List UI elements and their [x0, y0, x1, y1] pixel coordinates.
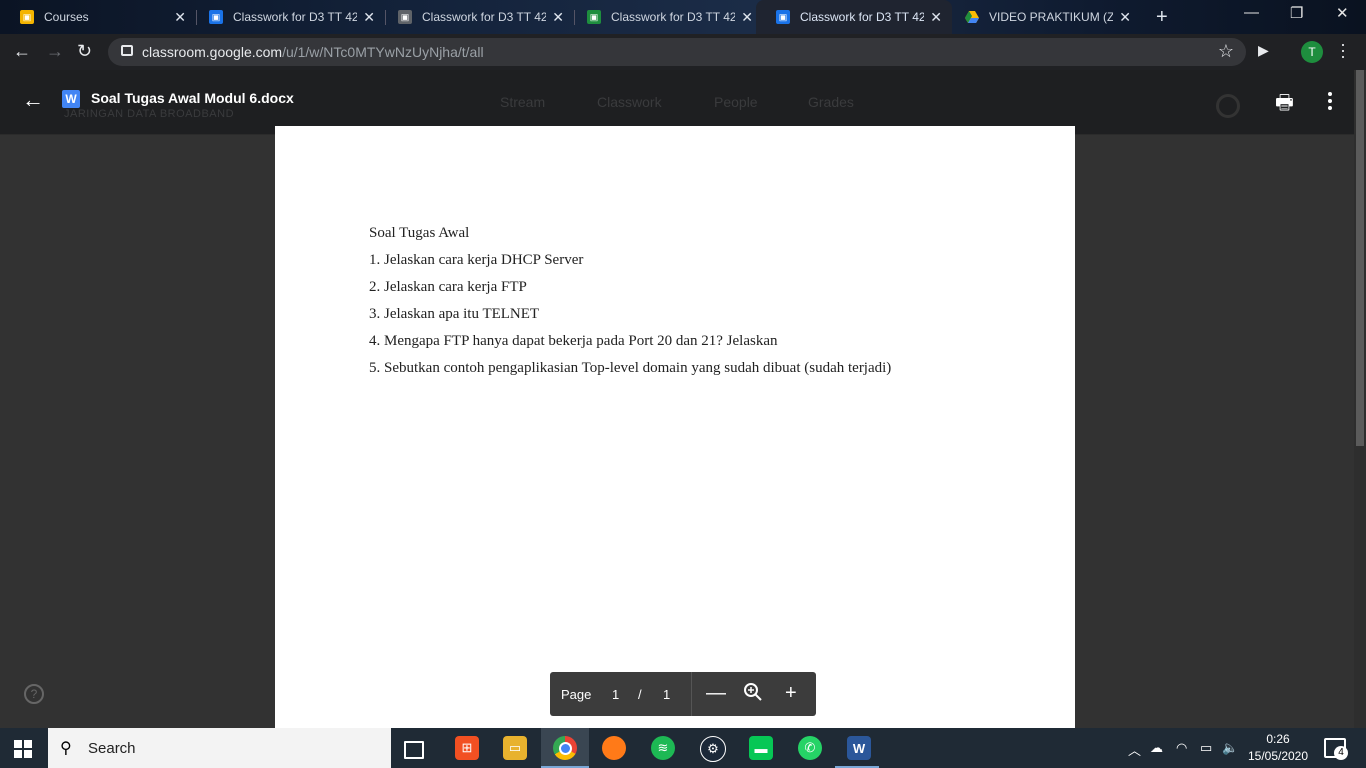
word-file-icon: W — [62, 90, 80, 108]
store-icon[interactable]: ⊞ — [455, 736, 479, 760]
page-label: Page — [561, 687, 592, 702]
classroom-icon: ▣ — [587, 10, 601, 24]
wifi-icon[interactable]: ◠ — [1176, 740, 1187, 756]
scrollbar[interactable] — [1354, 70, 1366, 728]
current-page: 1 — [612, 687, 620, 702]
close-icon[interactable]: ✕ — [930, 9, 942, 26]
back-nav-icon[interactable]: ← — [13, 41, 31, 62]
more-options-icon[interactable] — [1328, 92, 1332, 113]
document-line: 4. Mengapa FTP hanya dapat bekerja pada … — [369, 333, 778, 349]
document-line: 5. Sebutkan contoh pengaplikasian Top-le… — [369, 360, 892, 376]
close-icon[interactable]: ✕ — [741, 9, 753, 26]
zoom-out-button[interactable]: — — [706, 682, 726, 705]
bookmark-star-icon[interactable]: ☆ — [1218, 41, 1234, 62]
document-title: Soal Tugas Awal Modul 6.docx — [91, 90, 294, 106]
tab-classwork-2[interactable]: ▣ Classwork for D3 TT 42 ✕ — [378, 0, 574, 34]
browser-tab-strip: ▣ Courses ✕ ▣ Classwork for D3 TT 42 ✕ ▣… — [0, 0, 1366, 34]
nav-grades: Grades — [808, 94, 854, 110]
close-icon[interactable]: ✕ — [1119, 9, 1131, 26]
classroom-icon: ▣ — [398, 10, 412, 24]
zoom-magnifier-icon — [744, 683, 762, 701]
class-subtitle: JARINGAN DATA BROADBAND — [64, 108, 235, 120]
close-icon[interactable]: ✕ — [174, 9, 186, 26]
close-viewer-arrow-icon[interactable]: ← — [22, 87, 44, 113]
task-view-icon[interactable] — [404, 741, 424, 759]
cloud-sync-icon[interactable]: ☁ — [1150, 740, 1163, 756]
clock-time: 0:26 — [1266, 732, 1290, 746]
settings-gear-icon — [1216, 94, 1240, 118]
browser-toolbar: ← → ↻ classroom.google.com/u/1/w/NTc0MTY… — [0, 34, 1366, 70]
scrollbar-thumb[interactable] — [1356, 70, 1364, 446]
zoom-in-button[interactable]: + — [785, 682, 797, 705]
file-explorer-icon[interactable]: ▭ — [503, 736, 527, 760]
classroom-icon: ▣ — [776, 10, 790, 24]
profile-avatar[interactable]: T — [1301, 41, 1323, 63]
taskbar-search[interactable]: ⚲ Search — [48, 728, 391, 768]
classroom-icon: ▣ — [20, 10, 34, 24]
document-line: 2. Jelaskan cara kerja FTP — [369, 279, 527, 295]
reload-icon[interactable]: ↻ — [77, 41, 92, 62]
windows-start-button[interactable] — [14, 740, 32, 758]
tab-title: Courses — [44, 10, 89, 24]
word-app-icon[interactable]: W — [847, 736, 871, 760]
tab-title: Classwork for D3 TT 42 — [611, 10, 735, 24]
tab-title: Classwork for D3 TT 42 — [233, 10, 357, 24]
new-tab-button[interactable]: + — [1156, 6, 1168, 29]
steam-icon[interactable]: ⚙ — [700, 736, 726, 762]
browser-menu-icon[interactable]: · · · — [1340, 35, 1346, 65]
help-icon[interactable]: ? — [24, 684, 44, 704]
firefox-icon[interactable] — [602, 736, 626, 760]
tab-title: Classwork for D3 TT 42 — [800, 10, 924, 24]
tab-classwork-1[interactable]: ▣ Classwork for D3 TT 42 ✕ — [189, 0, 385, 34]
extension-icon[interactable]: ▶ — [1258, 42, 1269, 59]
windows-taskbar: ⚲ Search ⊞ ▭ ≋ ⚙ ▬ ✆ W ︿ ☁ ◠ ▭ 🔈 0:26 15… — [0, 728, 1366, 768]
tab-classwork-3[interactable]: ▣ Classwork for D3 TT 42 ✕ — [567, 0, 763, 34]
nav-classwork: Classwork — [597, 94, 662, 110]
lock-icon — [121, 45, 133, 56]
chrome-icon[interactable] — [553, 736, 577, 760]
clock-date: 15/05/2020 — [1247, 749, 1309, 763]
tab-video-praktikum[interactable]: VIDEO PRAKTIKUM (ZO ✕ — [945, 0, 1141, 34]
address-bar[interactable]: classroom.google.com/u/1/w/NTc0MTYwNzUyN… — [108, 38, 1246, 66]
minimize-button[interactable]: — — [1244, 4, 1259, 21]
zoom-reset-button[interactable] — [743, 682, 763, 708]
volume-icon[interactable]: 🔈 — [1222, 740, 1238, 756]
print-icon[interactable]: 🖶 — [1275, 88, 1294, 122]
restore-button[interactable]: ❐ — [1290, 4, 1303, 22]
page-separator: / — [638, 687, 642, 702]
line-icon[interactable]: ▬ — [749, 736, 773, 760]
close-icon[interactable]: ✕ — [363, 9, 375, 26]
tray-chevron-icon[interactable]: ︿ — [1128, 740, 1141, 759]
document-line: 1. Jelaskan cara kerja DHCP Server — [369, 252, 584, 268]
tab-classwork-active[interactable]: ▣ Classwork for D3 TT 42 ✕ — [756, 0, 952, 34]
close-icon[interactable]: ✕ — [552, 9, 564, 26]
document-body: Soal Tugas Awal 1. Jelaskan cara kerja D… — [369, 220, 891, 382]
url-host: classroom.google.com — [142, 44, 283, 60]
spotify-icon[interactable]: ≋ — [651, 736, 675, 760]
search-icon: ⚲ — [60, 740, 72, 757]
system-clock[interactable]: 0:26 15/05/2020 — [1246, 731, 1310, 765]
forward-nav-icon[interactable]: → — [46, 41, 64, 62]
google-drive-icon — [965, 10, 979, 24]
window-close-button[interactable]: ✕ — [1336, 4, 1349, 22]
document-line: 3. Jelaskan apa itu TELNET — [369, 306, 540, 322]
battery-icon[interactable]: ▭ — [1200, 740, 1212, 756]
tab-title: VIDEO PRAKTIKUM (ZO — [989, 10, 1113, 24]
url-text: classroom.google.com/u/1/w/NTc0MTYwNzUyN… — [142, 44, 484, 60]
nav-stream: Stream — [500, 94, 546, 110]
total-pages: 1 — [663, 687, 671, 702]
document-heading: Soal Tugas Awal — [369, 225, 470, 241]
taskbar-search-label: Search — [88, 740, 136, 757]
page-zoom-bar: Page 1 / 1 — + — [550, 672, 816, 716]
whatsapp-icon[interactable]: ✆ — [798, 736, 822, 760]
classroom-icon: ▣ — [209, 10, 223, 24]
tab-courses[interactable]: ▣ Courses ✕ — [0, 0, 196, 34]
tab-title: Classwork for D3 TT 42 — [422, 10, 546, 24]
notification-badge: 4 — [1334, 746, 1348, 760]
url-path: /u/1/w/NTc0MTYwNzUyNjha/t/all — [282, 44, 484, 60]
nav-people: People — [714, 94, 758, 110]
document-page: Soal Tugas Awal 1. Jelaskan cara kerja D… — [275, 126, 1075, 728]
